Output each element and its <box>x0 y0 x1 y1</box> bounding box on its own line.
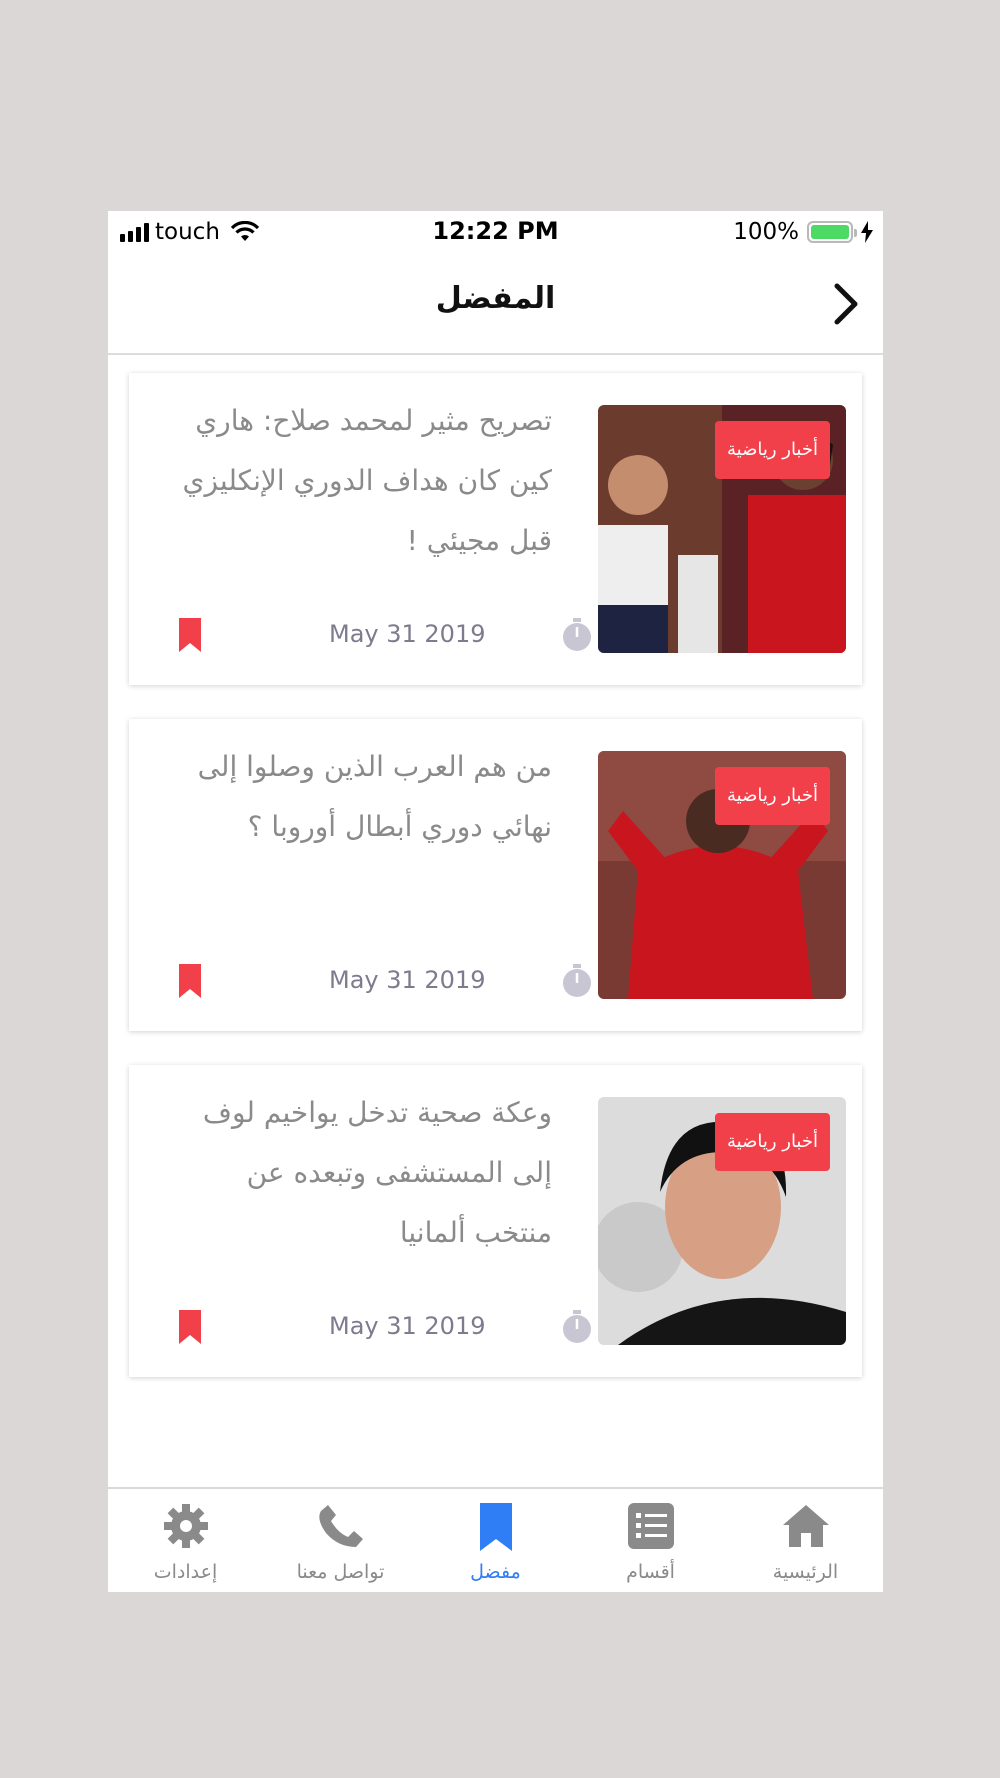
list-icon <box>627 1503 674 1549</box>
article-title[interactable]: وعكة صحية تدخل يواخيم لوف إلى المستشفى و… <box>162 1083 552 1263</box>
article-date: May 31 2019 <box>329 620 486 648</box>
article-card[interactable]: أخبار رياضية وعكة صحية تدخل يواخيم لوف إ… <box>129 1065 862 1377</box>
status-bar: touch 12:22 PM 100% <box>108 211 883 255</box>
article-thumbnail: أخبار رياضية <box>598 405 846 653</box>
gear-icon <box>163 1504 208 1548</box>
battery-fill <box>811 225 849 239</box>
tab-bar: الرئيسية أقسام مفضل تواصل معنا إعدادات <box>108 1487 883 1592</box>
article-card[interactable]: أخبار رياضية من هم العرب الذين وصلوا إلى… <box>129 719 862 1031</box>
bookmark-icon[interactable] <box>179 1310 201 1344</box>
tab-sections[interactable]: أقسام <box>573 1489 728 1592</box>
tab-favorites[interactable]: مفضل <box>418 1489 573 1592</box>
category-badge: أخبار رياضية <box>714 1113 830 1171</box>
home-icon <box>782 1505 829 1547</box>
status-right: 100% <box>733 219 873 245</box>
charging-bolt-icon <box>861 221 873 243</box>
bookmark-icon <box>479 1503 512 1551</box>
stopwatch-icon <box>563 1310 591 1343</box>
article-title[interactable]: من هم العرب الذين وصلوا إلى نهائي دوري أ… <box>162 737 552 857</box>
tab-settings[interactable]: إعدادات <box>108 1489 263 1592</box>
navigation-bar: المفضل <box>108 255 883 355</box>
category-badge: أخبار رياضية <box>714 421 830 479</box>
article-meta: May 31 2019 <box>179 1310 591 1350</box>
bookmark-icon[interactable] <box>179 964 201 998</box>
stopwatch-icon <box>563 964 591 997</box>
category-badge: أخبار رياضية <box>714 767 830 825</box>
tab-label: الرئيسية <box>772 1561 839 1583</box>
battery-percent: 100% <box>733 219 799 245</box>
tab-label: تواصل معنا <box>296 1561 385 1583</box>
article-thumbnail: أخبار رياضية <box>598 1097 846 1345</box>
tab-label: إعدادات <box>153 1561 218 1583</box>
battery-icon <box>807 221 857 243</box>
tab-home[interactable]: الرئيسية <box>728 1489 883 1592</box>
stopwatch-icon <box>563 618 591 651</box>
tab-label: مفضل <box>470 1561 521 1583</box>
phone-screen: touch 12:22 PM 100% المفضل أخبار رياضية … <box>108 211 883 1592</box>
page-title: المفضل <box>435 281 556 316</box>
tab-label: أقسام <box>626 1561 675 1583</box>
article-meta: May 31 2019 <box>179 618 591 658</box>
article-date: May 31 2019 <box>329 966 486 994</box>
tab-contact[interactable]: تواصل معنا <box>263 1489 418 1592</box>
article-title[interactable]: تصريح مثير لمحمد صلاح: هاري كين كان هداف… <box>162 391 552 571</box>
article-thumbnail: أخبار رياضية <box>598 751 846 999</box>
bookmark-icon[interactable] <box>179 618 201 652</box>
article-card[interactable]: أخبار رياضية تصريح مثير لمحمد صلاح: هاري… <box>129 373 862 685</box>
article-date: May 31 2019 <box>329 1312 486 1340</box>
article-meta: May 31 2019 <box>179 964 591 1004</box>
phone-icon <box>318 1505 363 1547</box>
chevron-right-icon[interactable] <box>825 280 865 328</box>
